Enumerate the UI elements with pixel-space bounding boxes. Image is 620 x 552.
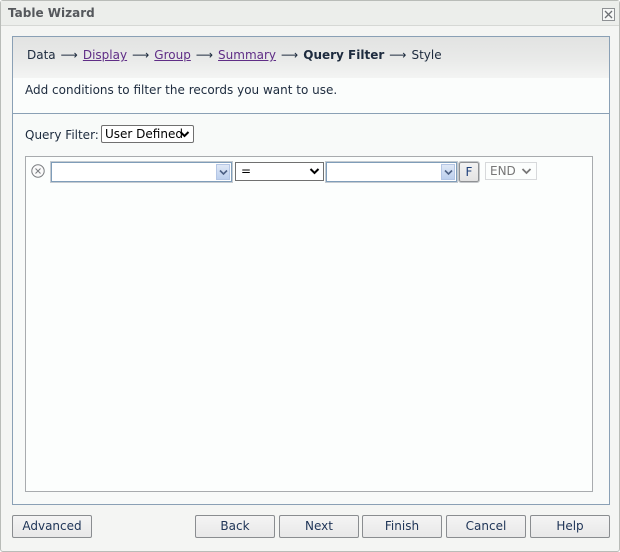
logic-value: END (490, 164, 516, 178)
advanced-button[interactable]: Advanced (12, 515, 92, 538)
value-combo-box[interactable] (325, 161, 458, 183)
chevron-down-icon (521, 168, 532, 175)
step-arrow: ⟶ (281, 48, 299, 62)
step-arrow: ⟶ (132, 48, 150, 62)
close-button[interactable] (602, 8, 615, 21)
back-button[interactable]: Back (195, 515, 275, 538)
operator-value: = (241, 164, 252, 178)
remove-condition-icon[interactable] (31, 164, 45, 178)
field-combo-box[interactable] (50, 161, 233, 183)
query-filter-selected-value: User Defined (105, 127, 183, 141)
chevron-down-icon (309, 168, 320, 175)
step-description: Add conditions to filter the records you… (25, 83, 338, 97)
finish-button[interactable]: Finish (362, 515, 442, 538)
wizard-main-panel: Data ⟶ Display ⟶ Group ⟶ Summary ⟶ Query Filter ⟶… (12, 36, 610, 505)
dialog-title: Table Wizard (8, 6, 95, 20)
steps-bar: Data ⟶ Display ⟶ Group ⟶ Summary ⟶ Query Filter ⟶… (13, 37, 609, 78)
cancel-button[interactable]: Cancel (446, 515, 526, 538)
close-x-icon (604, 10, 613, 19)
help-button[interactable]: Help (530, 515, 610, 538)
step-summary-link[interactable]: Summary (218, 48, 276, 62)
table-wizard-dialog: Table Wizard Data ⟶ Display ⟶ Group ⟶ Summary ⟶… (0, 0, 620, 552)
title-bar: Table Wizard (1, 1, 619, 26)
chevron-down-icon (443, 169, 453, 175)
step-data: Data (27, 48, 56, 62)
content-area: Query Filter: User Defined = F END (13, 114, 609, 504)
query-filter-select[interactable]: User Defined (101, 125, 194, 143)
step-arrow: ⟶ (60, 48, 78, 62)
step-arrow: ⟶ (195, 48, 214, 62)
next-button[interactable]: Next (279, 515, 359, 538)
operator-select[interactable]: = (235, 162, 324, 181)
breadcrumb-steps: Data ⟶ Display ⟶ Group ⟶ Summary ⟶ Query Filter ⟶… (27, 48, 442, 62)
formula-button[interactable]: F (458, 161, 480, 183)
step-arrow: ⟶ (389, 48, 407, 62)
description-area: Add conditions to filter the records you… (13, 78, 609, 114)
step-style: Style (411, 48, 442, 62)
value-dropdown-button[interactable] (441, 164, 455, 180)
logic-select[interactable]: END (485, 162, 537, 180)
field-dropdown-button[interactable] (216, 164, 230, 180)
query-filter-label: Query Filter: (25, 128, 99, 142)
step-group-link[interactable]: Group (154, 48, 191, 62)
chevron-down-icon (179, 131, 190, 138)
chevron-down-icon (218, 169, 228, 175)
step-query-filter-current: Query Filter (303, 48, 385, 62)
conditions-box: = F END (25, 156, 593, 492)
step-display-link[interactable]: Display (83, 48, 127, 62)
